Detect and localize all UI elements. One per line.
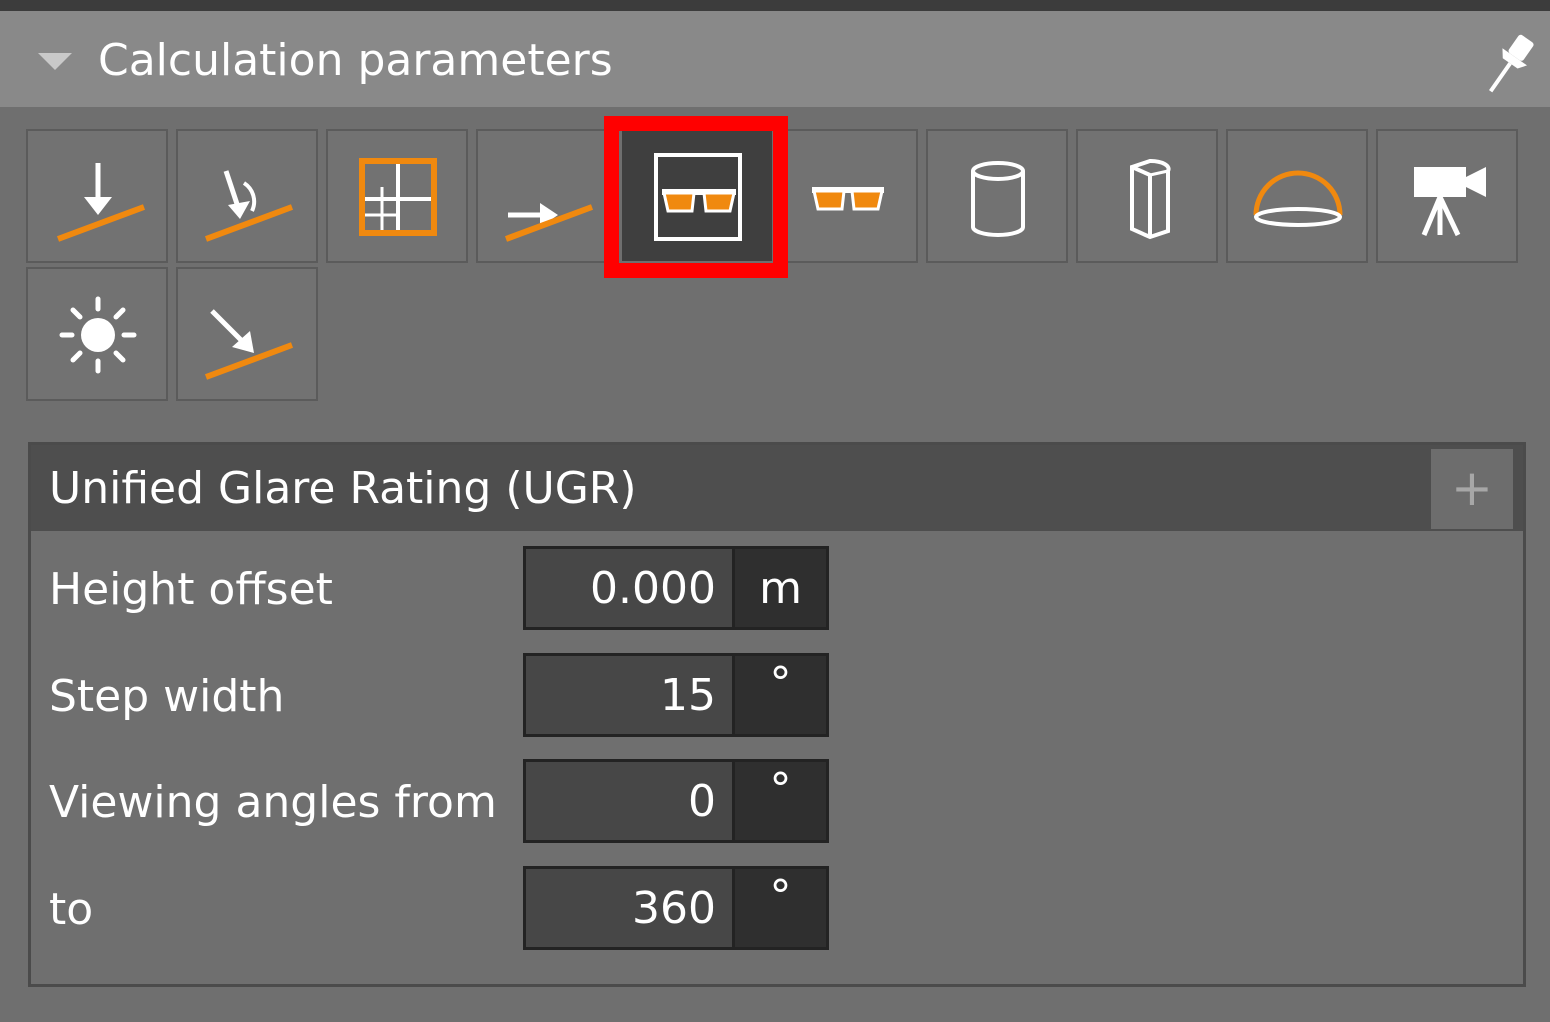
viewing-angles-from-unit: ° (735, 759, 829, 843)
tool-adaptive-illuminance[interactable] (176, 129, 318, 263)
tool-camera-view[interactable] (1376, 129, 1518, 263)
tool-hemispherical-illuminance[interactable] (1226, 129, 1368, 263)
height-offset-row: Height offset 0.000 m (31, 546, 1523, 636)
daylight-sun-icon (59, 296, 137, 374)
ugr-glasses-icon (654, 153, 742, 241)
viewing-angles-from-input[interactable]: 0 (523, 759, 735, 843)
tool-horizontal-illuminance[interactable] (476, 129, 618, 263)
step-width-input[interactable]: 15 (523, 653, 735, 737)
calculation-parameters-header[interactable]: Calculation parameters (0, 11, 1550, 107)
tool-daylight[interactable] (26, 267, 168, 401)
tool-semi-cylindrical-illuminance[interactable] (1076, 129, 1218, 263)
step-width-unit: ° (735, 653, 829, 737)
horizontal-illuminance-icon (504, 203, 594, 242)
viewing-angles-to-label: to (49, 884, 94, 935)
add-button[interactable]: + (1431, 449, 1513, 529)
viewing-angles-to-unit: ° (735, 866, 829, 950)
semi-cylinder-icon (1130, 158, 1171, 240)
tool-ugr-observer[interactable] (622, 131, 772, 261)
hemisphere-icon (1253, 170, 1343, 227)
grid-orange-icon (359, 158, 437, 236)
viewing-angles-to-input[interactable]: 360 (523, 866, 735, 950)
perpendicular-illuminance-icon (56, 163, 146, 242)
viewing-angles-from-label: Viewing angles from (49, 777, 497, 828)
vertical-illuminance-icon (204, 309, 294, 380)
pin-icon[interactable] (1484, 29, 1534, 101)
tool-cylindrical-illuminance[interactable] (926, 129, 1068, 263)
calculation-object-toolbar (0, 107, 1550, 407)
collapse-chevron-icon[interactable] (38, 53, 72, 70)
cylinder-icon (971, 161, 1025, 237)
tool-perpendicular-illuminance[interactable] (26, 129, 168, 263)
height-offset-label: Height offset (49, 564, 333, 615)
step-width-row: Step width 15 ° (31, 653, 1523, 743)
adaptive-illuminance-icon (204, 170, 294, 242)
ugr-panel-header: Unified Glare Rating (UGR) + (31, 445, 1523, 531)
glasses-icon (812, 187, 884, 211)
viewing-angles-to-row: to 360 ° (31, 866, 1523, 956)
height-offset-input[interactable]: 0.000 (523, 546, 735, 630)
panel-title: Unified Glare Rating (UGR) (49, 463, 637, 514)
ugr-settings-panel: Unified Glare Rating (UGR) + Height offs… (28, 442, 1526, 987)
viewing-angles-from-row: Viewing angles from 0 ° (31, 759, 1523, 849)
tool-vertical-illuminance[interactable] (176, 267, 318, 401)
camera-icon (1414, 167, 1486, 237)
height-offset-unit: m (735, 546, 829, 630)
section-title: Calculation parameters (98, 35, 613, 86)
step-width-label: Step width (49, 671, 285, 722)
tool-calculation-grid[interactable] (326, 129, 468, 263)
tool-glare-observer[interactable] (776, 129, 918, 263)
window-top-strip (0, 0, 1550, 11)
